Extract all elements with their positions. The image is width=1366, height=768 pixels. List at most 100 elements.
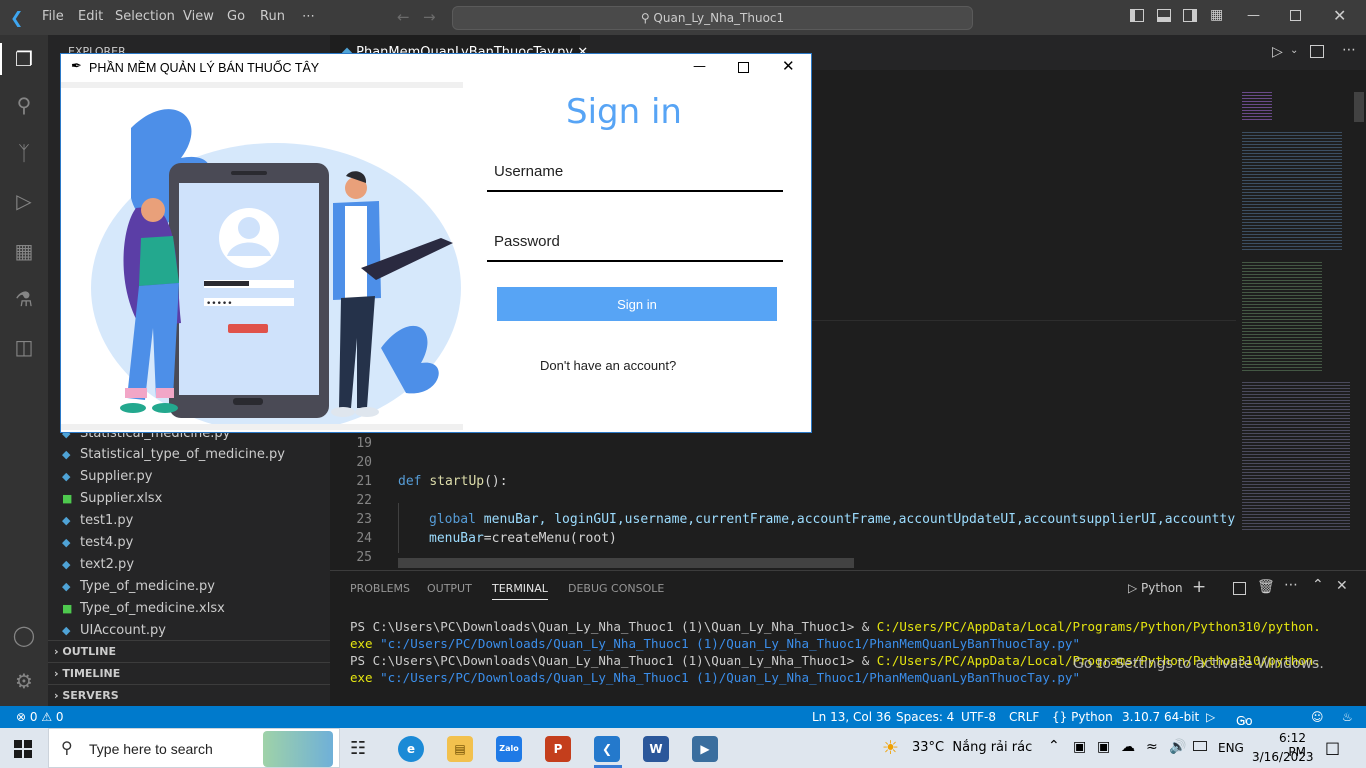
username-field[interactable] <box>487 152 783 192</box>
password-input[interactable] <box>487 222 783 260</box>
remote-explorer-icon[interactable]: ◫ <box>12 335 36 359</box>
file-item[interactable]: ◆ Type_of_medicine.py <box>62 576 215 598</box>
layout-secondary-icon[interactable] <box>1183 9 1197 22</box>
maximize-panel-icon[interactable]: ⌃ <box>1312 577 1324 593</box>
end-of-line[interactable]: CRLF <box>1009 710 1039 724</box>
zalo-icon[interactable]: Zalo <box>496 736 522 762</box>
file-item[interactable]: ◆ UIAccount.py <box>62 620 166 642</box>
code-function-name: startUp <box>429 474 485 489</box>
minimize-icon[interactable]: — <box>693 59 706 74</box>
python-interpreter[interactable]: 3.10.7 64-bit <box>1122 710 1199 724</box>
extensions-icon[interactable]: ▦ <box>12 239 36 263</box>
powerpoint-icon[interactable]: P <box>545 736 571 762</box>
notification-center-icon[interactable]: □ <box>1325 738 1340 757</box>
volume-icon[interactable]: 🔊 <box>1169 739 1186 755</box>
close-icon[interactable]: ✕ <box>782 57 795 75</box>
run-icon[interactable]: ▷ <box>1272 44 1283 60</box>
account-icon[interactable]: ◯ <box>12 623 36 647</box>
encoding[interactable]: UTF-8 <box>961 710 996 724</box>
more-actions-icon[interactable]: ⋯ <box>1342 42 1356 58</box>
outline-section[interactable]: › OUTLINE <box>48 640 330 662</box>
active-indicator <box>0 43 2 75</box>
explorer-icon[interactable]: ❐ <box>12 47 36 71</box>
terminal-shell-selector[interactable]: ▷ Python <box>1128 581 1183 595</box>
language-indicator[interactable]: ENG <box>1218 741 1244 755</box>
clock-date[interactable]: 3/16/2023 <box>1252 750 1314 764</box>
command-center[interactable]: ⚲ Quan_Ly_Nha_Thuoc1 <box>452 6 973 30</box>
file-name: UIAccount.py <box>80 623 166 638</box>
minimize-icon[interactable]: — <box>1247 8 1260 23</box>
username-input[interactable] <box>487 152 783 190</box>
source-control-icon[interactable]: ᛉ <box>12 141 36 165</box>
cursor-position[interactable]: Ln 13, Col 36 <box>812 710 891 724</box>
horizontal-scrollbar[interactable] <box>398 558 854 568</box>
run-debug-icon[interactable]: ▷ <box>12 189 36 213</box>
file-item[interactable]: ■ Type_of_medicine.xlsx <box>62 598 225 620</box>
language-mode[interactable]: {} Python <box>1052 710 1113 724</box>
menu-view[interactable]: View <box>183 9 214 24</box>
menu-file[interactable]: File <box>42 9 64 24</box>
menu-go[interactable]: Go <box>227 9 245 24</box>
file-item[interactable]: ◆ Statistical_type_of_medicine.py <box>62 444 285 466</box>
tab-output[interactable]: OUTPUT <box>427 582 472 595</box>
layout-panel-icon[interactable] <box>1157 9 1171 22</box>
settings-gear-icon[interactable]: ⚙ <box>12 669 36 693</box>
tab-terminal[interactable]: TERMINAL <box>492 582 548 600</box>
split-terminal-icon[interactable] <box>1233 582 1246 595</box>
testing-icon[interactable]: ⚗ <box>12 287 36 311</box>
tray-app-icon[interactable]: ▣ <box>1073 739 1086 755</box>
weather-text[interactable]: 33°C Nắng rải rác <box>912 740 1032 755</box>
file-item[interactable]: ◆ text2.py <box>62 554 134 576</box>
tray-app-icon[interactable]: ▣ <box>1097 739 1110 755</box>
servers-section[interactable]: › SERVERS <box>48 684 330 706</box>
menu-selection[interactable]: Selection <box>115 9 175 24</box>
menu-more[interactable]: ⋯ <box>302 9 315 24</box>
minimap[interactable] <box>1236 92 1351 572</box>
split-editor-icon[interactable] <box>1310 45 1324 58</box>
wifi-icon[interactable]: ≈ <box>1146 739 1158 755</box>
file-item[interactable]: ◆ test4.py <box>62 532 133 554</box>
indentation[interactable]: Spaces: 4 <box>896 710 954 724</box>
terminal-icon[interactable]: ▷ <box>1206 710 1215 724</box>
maximize-icon[interactable] <box>738 62 749 73</box>
task-view-icon[interactable]: ☷ <box>350 738 366 759</box>
search-icon[interactable]: ⚲ <box>12 93 36 117</box>
customize-layout-icon[interactable]: ▦ <box>1210 7 1223 23</box>
file-item[interactable]: ◆ test1.py <box>62 510 133 532</box>
password-field[interactable] <box>487 222 783 262</box>
close-icon[interactable]: ✕ <box>1333 6 1346 25</box>
trash-icon[interactable]: 🗑 <box>1257 579 1275 595</box>
chevron-down-icon[interactable]: ⌄ <box>1290 45 1298 56</box>
onedrive-icon[interactable]: ☁ <box>1121 739 1135 755</box>
problems-indicator[interactable]: ⊗ 0 ⚠ 0 <box>16 710 64 724</box>
feedback-icon[interactable]: ☺ <box>1311 710 1324 724</box>
create-account-link[interactable]: Don't have an account? <box>540 358 676 373</box>
file-item[interactable]: ■ Supplier.xlsx <box>62 488 162 510</box>
forward-arrow-icon[interactable]: → <box>423 8 436 26</box>
menu-edit[interactable]: Edit <box>78 9 103 24</box>
tab-debug-console[interactable]: DEBUG CONSOLE <box>568 582 664 595</box>
taskbar-search[interactable]: ⚲ Type here to search <box>48 728 340 768</box>
file-item[interactable]: ◆ Supplier.py <box>62 466 152 488</box>
layout-sidebar-icon[interactable] <box>1130 9 1144 22</box>
file-name: test1.py <box>80 513 134 528</box>
show-hidden-icons[interactable]: ⌃ <box>1048 738 1060 754</box>
menu-run[interactable]: Run <box>260 9 285 24</box>
back-arrow-icon[interactable]: ← <box>397 8 410 26</box>
tab-problems[interactable]: PROBLEMS <box>350 582 410 595</box>
vertical-scrollbar[interactable] <box>1354 92 1364 122</box>
signin-button[interactable]: Sign in <box>497 287 777 321</box>
python-app-icon[interactable]: ▶ <box>692 736 718 762</box>
close-panel-icon[interactable]: ✕ <box>1336 578 1348 594</box>
edge-icon[interactable]: e <box>398 736 424 762</box>
more-actions-icon[interactable]: ⋯ <box>1284 577 1298 593</box>
timeline-section[interactable]: › TIMELINE <box>48 662 330 684</box>
restore-icon[interactable] <box>1290 10 1301 21</box>
new-terminal-icon[interactable]: + <box>1192 577 1206 597</box>
battery-icon[interactable] <box>1193 741 1207 751</box>
word-icon[interactable]: W <box>643 736 669 762</box>
vscode-icon[interactable]: ❮ <box>594 736 620 762</box>
start-button[interactable] <box>14 740 32 758</box>
file-explorer-icon[interactable]: ▤ <box>447 736 473 762</box>
notifications-bell-icon[interactable]: ♨ <box>1342 710 1353 724</box>
